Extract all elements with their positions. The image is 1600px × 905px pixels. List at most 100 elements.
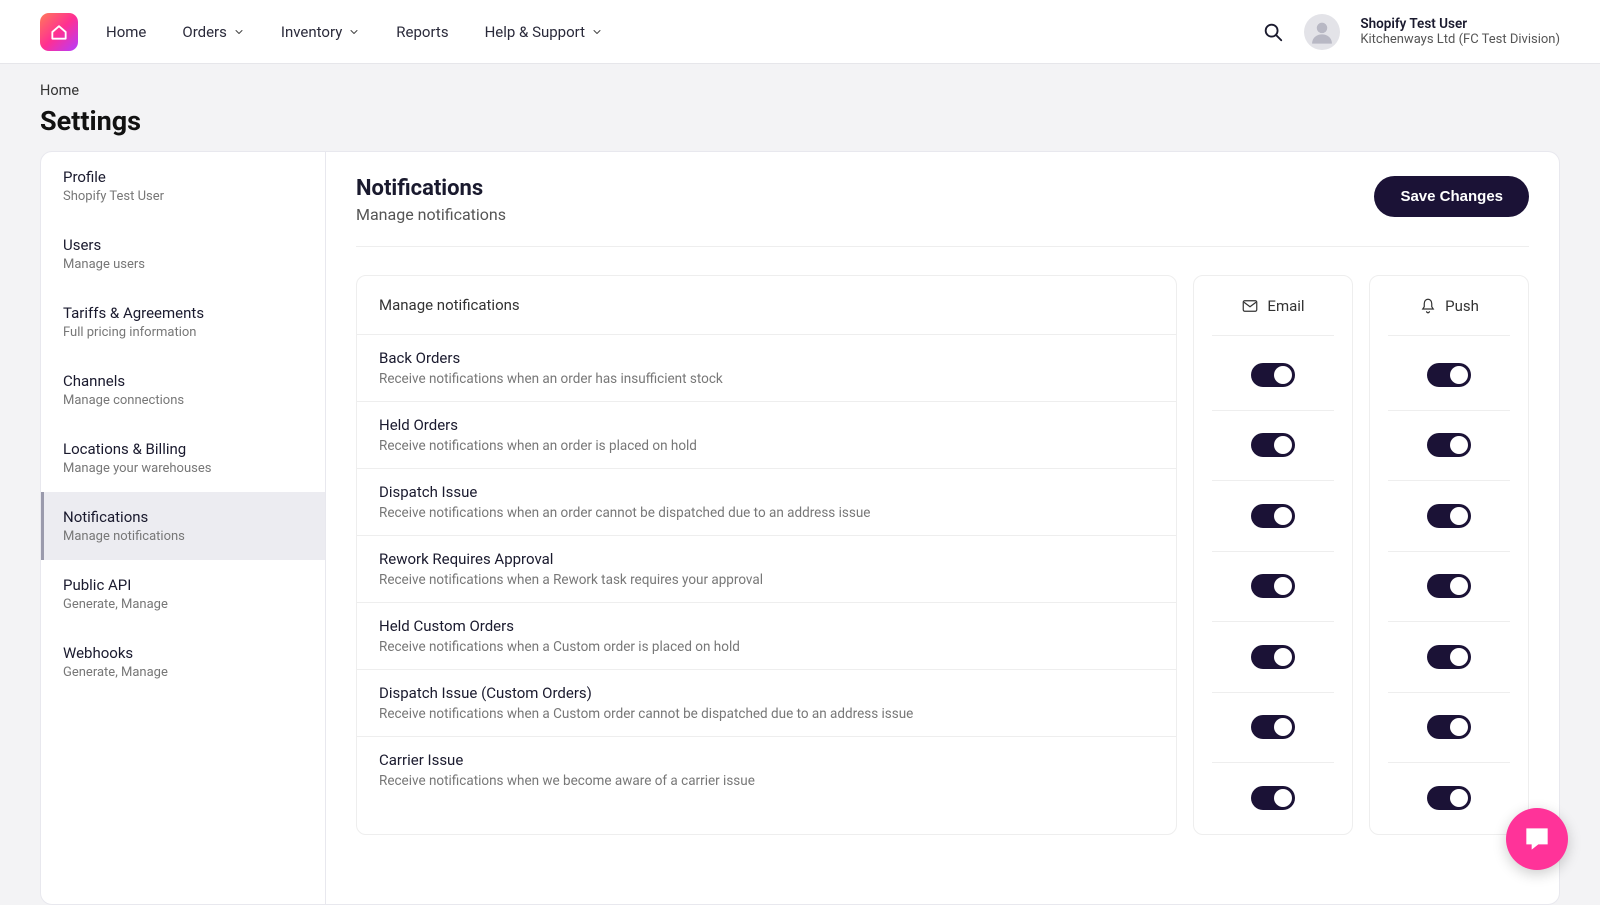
nav-items: Home Orders Inventory Reports Help & Support	[106, 23, 603, 41]
toggle-knob	[1450, 507, 1468, 525]
user-org: Kitchenways Ltd (FC Test Division)	[1360, 32, 1560, 47]
sidebar-item-sub: Generate, Manage	[63, 597, 303, 612]
push-toggle-cell	[1388, 622, 1510, 693]
nav-item-label: Orders	[182, 23, 227, 41]
sidebar-item-locations-billing[interactable]: Locations & BillingManage your warehouse…	[41, 424, 325, 492]
row-sub: Receive notifications when we become awa…	[379, 773, 1154, 789]
email-toggle[interactable]	[1251, 645, 1295, 669]
sidebar-item-title: Notifications	[63, 508, 303, 526]
chevron-down-icon	[348, 26, 360, 38]
notification-row: Back Orders Receive notifications when an…	[357, 335, 1176, 402]
toggle-knob	[1450, 718, 1468, 736]
row-title: Held Orders	[379, 416, 1154, 434]
chevron-down-icon	[591, 26, 603, 38]
settings-sidebar: ProfileShopify Test UserUsersManage user…	[40, 151, 326, 905]
person-icon	[1308, 18, 1336, 46]
sidebar-item-tariffs-agreements[interactable]: Tariffs & Agreements Full pricing informa…	[41, 288, 325, 356]
email-toggle-cell	[1212, 552, 1334, 623]
email-toggle[interactable]	[1251, 433, 1295, 457]
save-changes-button[interactable]: Save Changes	[1374, 176, 1529, 217]
sidebar-item-sub: Manage notifications	[63, 529, 303, 544]
push-toggle-cell	[1388, 552, 1510, 623]
brand-logo[interactable]	[40, 13, 78, 51]
toggle-knob	[1450, 366, 1468, 384]
row-title: Held Custom Orders	[379, 617, 1154, 635]
email-toggle[interactable]	[1251, 363, 1295, 387]
user-block[interactable]: Shopify Test User Kitchenways Ltd (FC Te…	[1360, 16, 1560, 47]
push-toggle[interactable]	[1427, 363, 1471, 387]
email-toggle-cell	[1212, 340, 1334, 411]
toggle-knob	[1274, 789, 1292, 807]
toggle-knob	[1274, 648, 1292, 666]
sidebar-item-notifications[interactable]: Notifications Manage notifications	[41, 492, 325, 560]
row-title: Rework Requires Approval	[379, 550, 1154, 568]
user-name: Shopify Test User	[1360, 16, 1560, 32]
push-toggle-cell	[1388, 481, 1510, 552]
sidebar-item-public-api[interactable]: Public APIGenerate, Manage	[41, 560, 325, 628]
sidebar-item-sub: Shopify Test User	[63, 189, 303, 204]
chevron-down-icon	[233, 26, 245, 38]
avatar[interactable]	[1304, 14, 1340, 50]
toggle-knob	[1450, 789, 1468, 807]
push-toggle[interactable]	[1427, 574, 1471, 598]
notification-row: Carrier Issue Receive notifications when …	[357, 737, 1176, 803]
push-column-label: Push	[1445, 297, 1479, 315]
row-sub: Receive notifications when an order cann…	[379, 505, 1154, 521]
row-sub: Receive notifications when an order has …	[379, 371, 1154, 387]
section-header: Manage notifications	[357, 276, 1176, 335]
push-toggle[interactable]	[1427, 433, 1471, 457]
email-toggle-cell	[1212, 763, 1334, 834]
row-sub: Receive notifications when a Custom orde…	[379, 706, 1154, 722]
nav-item-label: Reports	[396, 23, 448, 41]
sidebar-item-webhooks[interactable]: WebhooksGenerate, Manage	[41, 628, 325, 696]
email-toggle[interactable]	[1251, 574, 1295, 598]
nav-item-reports[interactable]: Reports	[396, 23, 448, 41]
row-title: Dispatch Issue (Custom Orders)	[379, 684, 1154, 702]
chat-widget[interactable]	[1506, 808, 1568, 870]
sidebar-item-title: Users	[63, 236, 303, 254]
nav-item-inventory[interactable]: Inventory	[281, 23, 360, 41]
sidebar-item-users[interactable]: UsersManage users	[41, 220, 325, 288]
top-nav: Home Orders Inventory Reports Help & Support…	[0, 0, 1600, 64]
notification-row: Dispatch Issue (Custom Orders) Receive no…	[357, 670, 1176, 737]
nav-item-orders[interactable]: Orders	[182, 23, 245, 41]
notification-list: Manage notifications Back Orders Receive …	[356, 275, 1177, 835]
email-toggle[interactable]	[1251, 504, 1295, 528]
push-toggle-cell	[1388, 411, 1510, 482]
email-toggle[interactable]	[1251, 786, 1295, 810]
sidebar-item-sub: Manage your warehouses	[63, 461, 303, 476]
notification-row: Dispatch IssueReceive notifications when…	[357, 469, 1176, 536]
push-toggle[interactable]	[1427, 786, 1471, 810]
toggle-knob	[1450, 436, 1468, 454]
content-subtitle: Manage notifications	[356, 205, 506, 224]
nav-item-label: Home	[106, 23, 146, 41]
sidebar-item-profile[interactable]: ProfileShopify Test User	[41, 152, 325, 220]
chat-icon	[1521, 823, 1553, 855]
push-toggle[interactable]	[1427, 645, 1471, 669]
push-toggle[interactable]	[1427, 504, 1471, 528]
breadcrumb[interactable]: Home	[40, 82, 1560, 99]
nav-item-help-support[interactable]: Help & Support	[485, 23, 603, 41]
sidebar-item-sub: Manage connections	[63, 393, 303, 408]
email-toggle-cell	[1212, 411, 1334, 482]
sidebar-item-title: Channels	[63, 372, 303, 390]
nav-item-label: Inventory	[281, 23, 342, 41]
row-sub: Receive notifications when an order is p…	[379, 438, 1154, 454]
notification-row: Held Custom OrdersReceive notifications …	[357, 603, 1176, 670]
bell-icon	[1419, 297, 1437, 315]
toggle-knob	[1274, 507, 1292, 525]
sidebar-item-sub: Full pricing information	[63, 325, 303, 340]
sidebar-item-title: Webhooks	[63, 644, 303, 662]
search-icon[interactable]	[1262, 21, 1284, 43]
email-toggle[interactable]	[1251, 715, 1295, 739]
notification-row: Rework Requires Approval Receive notifica…	[357, 536, 1176, 603]
nav-item-home[interactable]: Home	[106, 23, 146, 41]
email-column: Email	[1193, 275, 1353, 835]
sidebar-item-title: Tariffs & Agreements	[63, 304, 303, 322]
row-title: Back Orders	[379, 349, 1154, 367]
sidebar-item-channels[interactable]: Channels Manage connections	[41, 356, 325, 424]
row-sub: Receive notifications when a Rework task…	[379, 572, 1154, 588]
row-title: Carrier Issue	[379, 751, 1154, 769]
toggle-knob	[1450, 648, 1468, 666]
push-toggle[interactable]	[1427, 715, 1471, 739]
